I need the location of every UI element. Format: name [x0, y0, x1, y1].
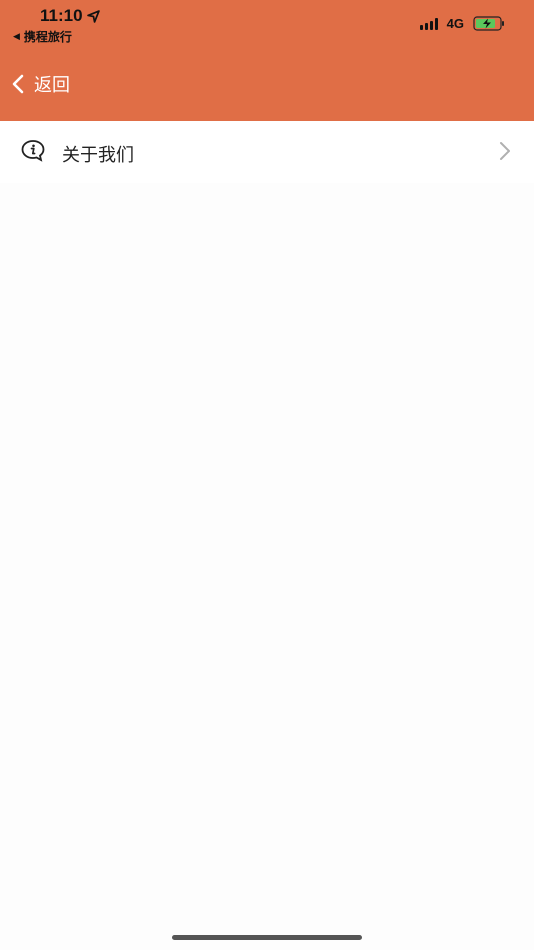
location-arrow-icon	[86, 9, 100, 23]
back-app-label: 携程旅行	[23, 30, 72, 44]
status-indicators: 4G	[419, 16, 506, 31]
time-text: 11:10	[40, 6, 83, 25]
back-to-app-button[interactable]: ◀ 携程旅行	[13, 28, 72, 45]
back-button[interactable]: 返回	[10, 70, 70, 98]
info-bubble-icon	[21, 140, 45, 162]
chevron-right-icon	[500, 142, 510, 160]
signal-icon	[419, 17, 438, 30]
status-time: 11:10	[40, 6, 100, 26]
home-indicator[interactable]	[172, 935, 362, 940]
header-bar: 11:10 ◀ 携程旅行 4G 返回	[0, 0, 534, 121]
battery-charging-icon	[473, 16, 504, 31]
chevron-left-icon	[12, 74, 24, 94]
network-type: 4G	[446, 16, 464, 31]
menu-item-label: 关于我们	[62, 145, 134, 166]
back-label: 返回	[34, 75, 70, 96]
menu-item-about-us[interactable]: 关于我们	[0, 121, 534, 183]
back-triangle-icon: ◀	[13, 31, 20, 42]
